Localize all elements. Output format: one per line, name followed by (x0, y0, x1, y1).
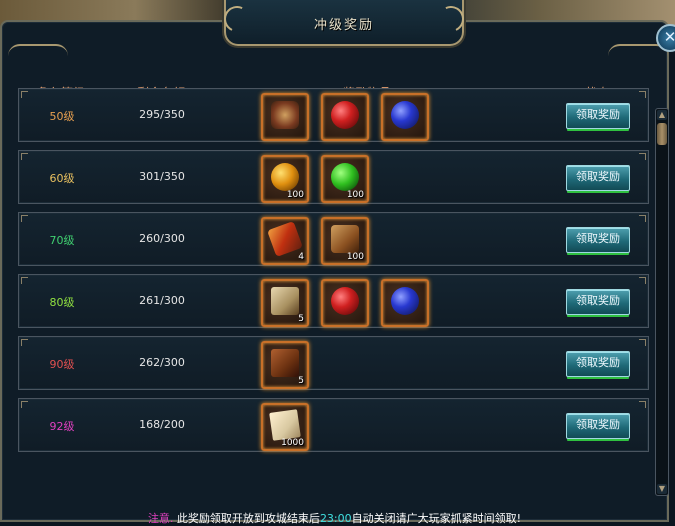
notice-time: 23:00 (319, 512, 352, 525)
row-remaining: 168/200 (139, 418, 185, 431)
item-quantity: 4 (298, 252, 304, 262)
claim-reward-button[interactable]: 领取奖励 (566, 413, 630, 439)
claim-reward-button[interactable]: 领取奖励 (566, 103, 630, 129)
title-banner: 冲级奖励 (220, 0, 468, 46)
scrollbar[interactable]: ▲ ▼ (655, 108, 669, 496)
box-icon (331, 225, 359, 253)
row-remaining: 301/350 (139, 170, 185, 183)
row-level: 70级 (49, 234, 75, 247)
item-quantity: 100 (346, 252, 364, 262)
frame-ornament-left (8, 44, 68, 62)
row-level: 92级 (49, 420, 75, 433)
reward-row: 70级 260/300 4 100 领取奖励 (18, 212, 649, 266)
reward-item-slot[interactable]: 5 (261, 341, 309, 389)
row-remaining: 261/300 (139, 294, 185, 307)
row-remaining: 295/350 (139, 108, 185, 121)
claim-reward-button[interactable]: 领取奖励 (566, 351, 630, 377)
reward-item-slot[interactable]: 5 (261, 279, 309, 327)
window-title: 冲级奖励 (313, 18, 374, 33)
reward-item-slot[interactable]: 100 (321, 155, 369, 203)
reward-row: 80级 261/300 5 领取奖励 (18, 274, 649, 328)
row-remaining: 262/300 (139, 356, 185, 369)
reward-row: 90级 262/300 5 领取奖励 (18, 336, 649, 390)
reward-item-slot[interactable] (381, 93, 429, 141)
red-orb-icon (331, 101, 359, 129)
reward-row: 60级 301/350 100 100 领取奖励 (18, 150, 649, 204)
item-quantity: 100 (346, 190, 364, 200)
claim-reward-button[interactable]: 领取奖励 (566, 227, 630, 253)
item-quantity: 5 (298, 376, 304, 386)
row-level: 60级 (49, 172, 75, 185)
item-quantity: 100 (286, 190, 304, 200)
book-icon (271, 287, 299, 315)
notice-text-after: 自动关闭请广大玩家抓紧时间领取! (351, 512, 522, 525)
scroll-thumb[interactable] (657, 123, 667, 145)
reward-panel: 角色等级 剩余名额 奖励物品 状态 50级295/350领取奖励60级301/3… (0, 20, 669, 525)
claim-reward-button[interactable]: 领取奖励 (566, 289, 630, 315)
notice-text: 注意. 此奖励领取开放到攻城结束后23:00自动关闭请广大玩家抓紧时间领取! (2, 510, 667, 526)
item-quantity: 5 (298, 314, 304, 324)
reward-item-slot[interactable] (321, 93, 369, 141)
reward-row: 92级 168/200 1000 领取奖励 (18, 398, 649, 452)
row-level: 80级 (49, 296, 75, 309)
row-level: 50级 (49, 110, 75, 123)
paper-icon (269, 409, 301, 441)
gold-orb-icon (271, 163, 299, 191)
notice-lead: 注意. (147, 512, 174, 525)
row-remaining: 260/300 (139, 232, 185, 245)
reward-row: 50级 295/350 领取奖励 (18, 88, 649, 142)
claim-reward-button[interactable]: 领取奖励 (566, 165, 630, 191)
reward-item-slot[interactable]: 100 (321, 217, 369, 265)
reward-item-slot[interactable]: 4 (261, 217, 309, 265)
reward-item-slot[interactable]: 1000 (261, 403, 309, 451)
item-quantity: 1000 (281, 438, 304, 448)
red-orb-icon (331, 287, 359, 315)
scroll-down-icon[interactable]: ▼ (657, 484, 667, 494)
row-level: 90级 (49, 358, 75, 371)
blue-orb-icon (391, 287, 419, 315)
scroll-up-icon[interactable]: ▲ (657, 110, 667, 120)
blue-orb-icon (391, 101, 419, 129)
notice-text-before: 此奖励领取开放到攻城结束后 (173, 512, 320, 525)
reward-item-slot[interactable] (381, 279, 429, 327)
reward-item-slot[interactable] (321, 279, 369, 327)
reward-item-slot[interactable] (261, 93, 309, 141)
emblem-icon (271, 101, 299, 129)
reward-item-slot[interactable]: 100 (261, 155, 309, 203)
brown-book-icon (271, 349, 299, 377)
green-orb-icon (331, 163, 359, 191)
